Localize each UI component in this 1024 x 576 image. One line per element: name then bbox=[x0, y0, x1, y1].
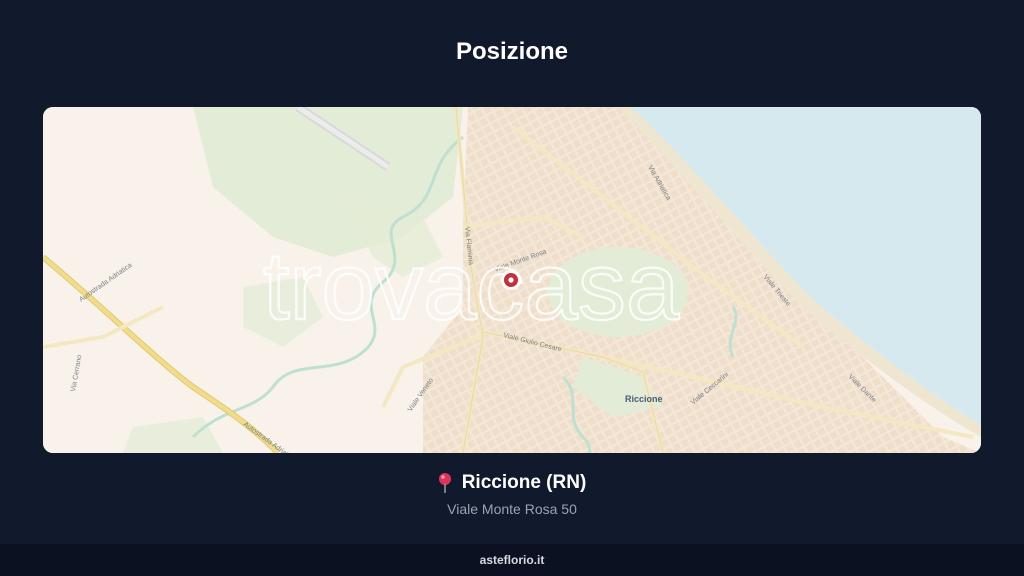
page-title: Posizione bbox=[455, 38, 569, 65]
map-view[interactable]: Via Flaminia Viale Giulio Cesare Viale M… bbox=[43, 107, 981, 453]
footer-site[interactable]: asteflorio.it bbox=[480, 553, 545, 567]
location-city: Riccione (RN) bbox=[461, 472, 587, 493]
watermark-logo: trovacasa bbox=[263, 233, 680, 340]
round-pushpin-icon bbox=[438, 473, 451, 493]
location-marker-icon[interactable] bbox=[501, 270, 521, 290]
town-label: Riccione bbox=[625, 394, 663, 404]
map-canvas[interactable]: Via Flaminia Viale Giulio Cesare Viale M… bbox=[43, 107, 981, 453]
location-info: Riccione (RN) Viale Monte Rosa 50 bbox=[0, 472, 1024, 517]
location-address: Viale Monte Rosa 50 bbox=[447, 501, 577, 517]
footer: asteflorio.it bbox=[0, 544, 1024, 576]
